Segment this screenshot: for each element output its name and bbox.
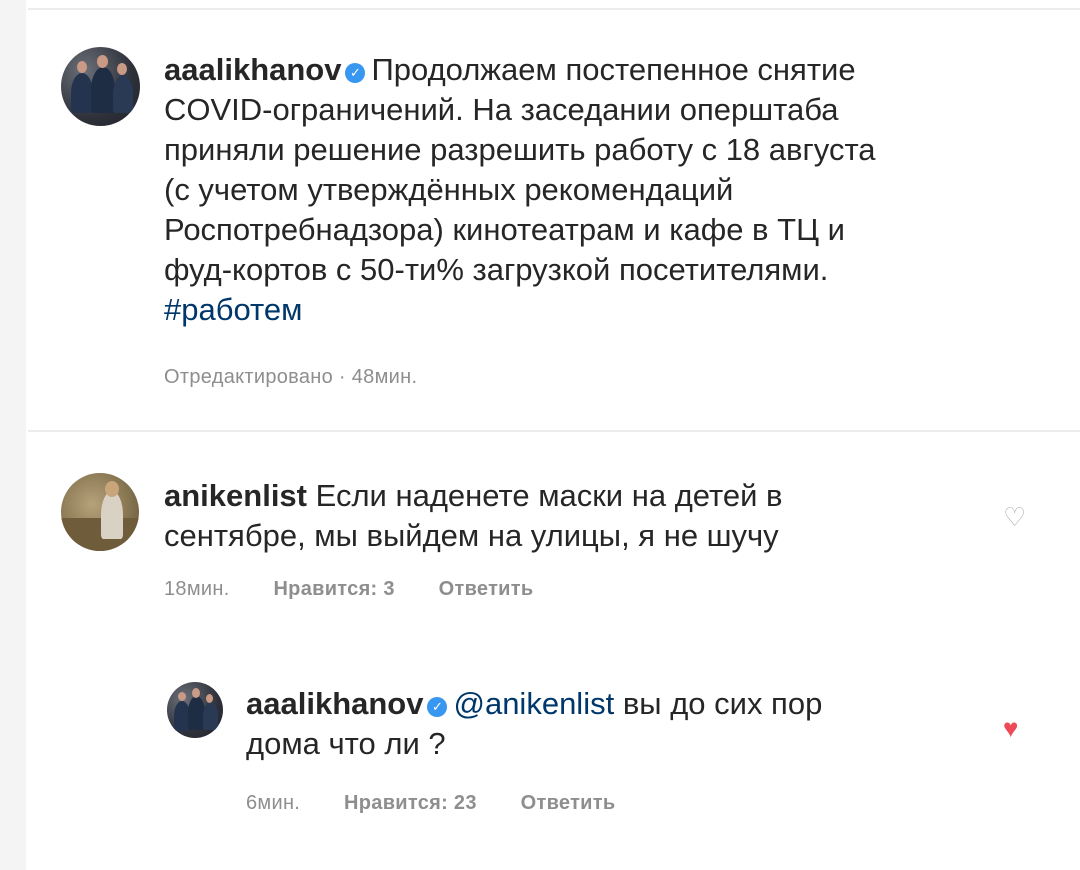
section-divider — [28, 430, 1080, 432]
comment-2-text: aaalikhanov ✓ @anikenlist вы до сих пор до… — [246, 684, 966, 764]
comment-avatar[interactable] — [61, 473, 139, 551]
reply-avatar[interactable] — [167, 682, 223, 738]
caption-line-1: aaalikhanov ✓ Продолжаем постепенное сняти… — [164, 50, 1044, 90]
heart-outline-icon[interactable]: ♡ — [1003, 504, 1026, 530]
post-author-username[interactable]: aaalikhanov — [164, 52, 341, 87]
comment-1-meta: 18мин. Нравится: 3 Ответить — [164, 578, 571, 601]
mention-link[interactable]: @anikenlist — [453, 686, 614, 721]
verified-badge-icon: ✓ — [427, 697, 448, 717]
heart-filled-icon[interactable]: ♥ — [1003, 715, 1018, 741]
comment-2-line-1: aaalikhanov ✓ @anikenlist вы до сих пор — [246, 684, 966, 724]
caption-line-5: Роспотребнадзора) кинотеатрам и кафе в Т… — [164, 212, 845, 247]
comment-2-time: 6мин. — [246, 792, 301, 814]
top-border — [28, 0, 1080, 10]
comment-1-time: 18мин. — [164, 578, 230, 600]
post-meta: Отредактировано · 48мин. — [164, 366, 418, 388]
hashtag-link[interactable]: #работем — [164, 290, 1044, 330]
left-rail — [0, 0, 26, 870]
comment-2-likes[interactable]: Нравится: 23 — [344, 792, 477, 814]
comment-2-body: вы до сих пор — [622, 686, 823, 721]
comment-1-text: anikenlist Если наденете маски на детей … — [164, 476, 924, 556]
comment-2-line-2: дома что ли ? — [246, 726, 446, 761]
comment-2-reply-button[interactable]: Ответить — [521, 792, 616, 814]
comment-1-likes[interactable]: Нравится: 3 — [273, 578, 394, 600]
post-author-avatar[interactable] — [61, 47, 140, 126]
comment-1-username[interactable]: anikenlist — [164, 478, 307, 513]
caption-line-2: COVID-ограничений. На заседании оперштаб… — [164, 92, 839, 127]
caption-line-4: (с учетом утверждённых рекомендаций — [164, 172, 734, 207]
comment-1-reply-button[interactable]: Ответить — [439, 578, 534, 600]
post-caption: aaalikhanov ✓ Продолжаем постепенное сняти… — [164, 50, 1044, 330]
comment-1-line-1: anikenlist Если наденете маски на детей … — [164, 476, 924, 516]
caption-line-3: приняли решение разрешить работу с 18 ав… — [164, 132, 876, 167]
comment-2-username[interactable]: aaalikhanov — [246, 686, 423, 721]
caption-text: Продолжаем постепенное снятие — [371, 52, 856, 87]
comment-1-line-2: сентябре, мы выйдем на улицы, я не шучу — [164, 518, 779, 553]
comment-2-meta: 6мин. Нравится: 23 Ответить — [246, 792, 653, 815]
comment-1-body: Если наденете маски на детей в — [315, 478, 783, 513]
verified-badge-icon: ✓ — [345, 63, 366, 83]
caption-line-6: фуд-кортов с 50-ти% загрузкой посетителя… — [164, 252, 829, 287]
